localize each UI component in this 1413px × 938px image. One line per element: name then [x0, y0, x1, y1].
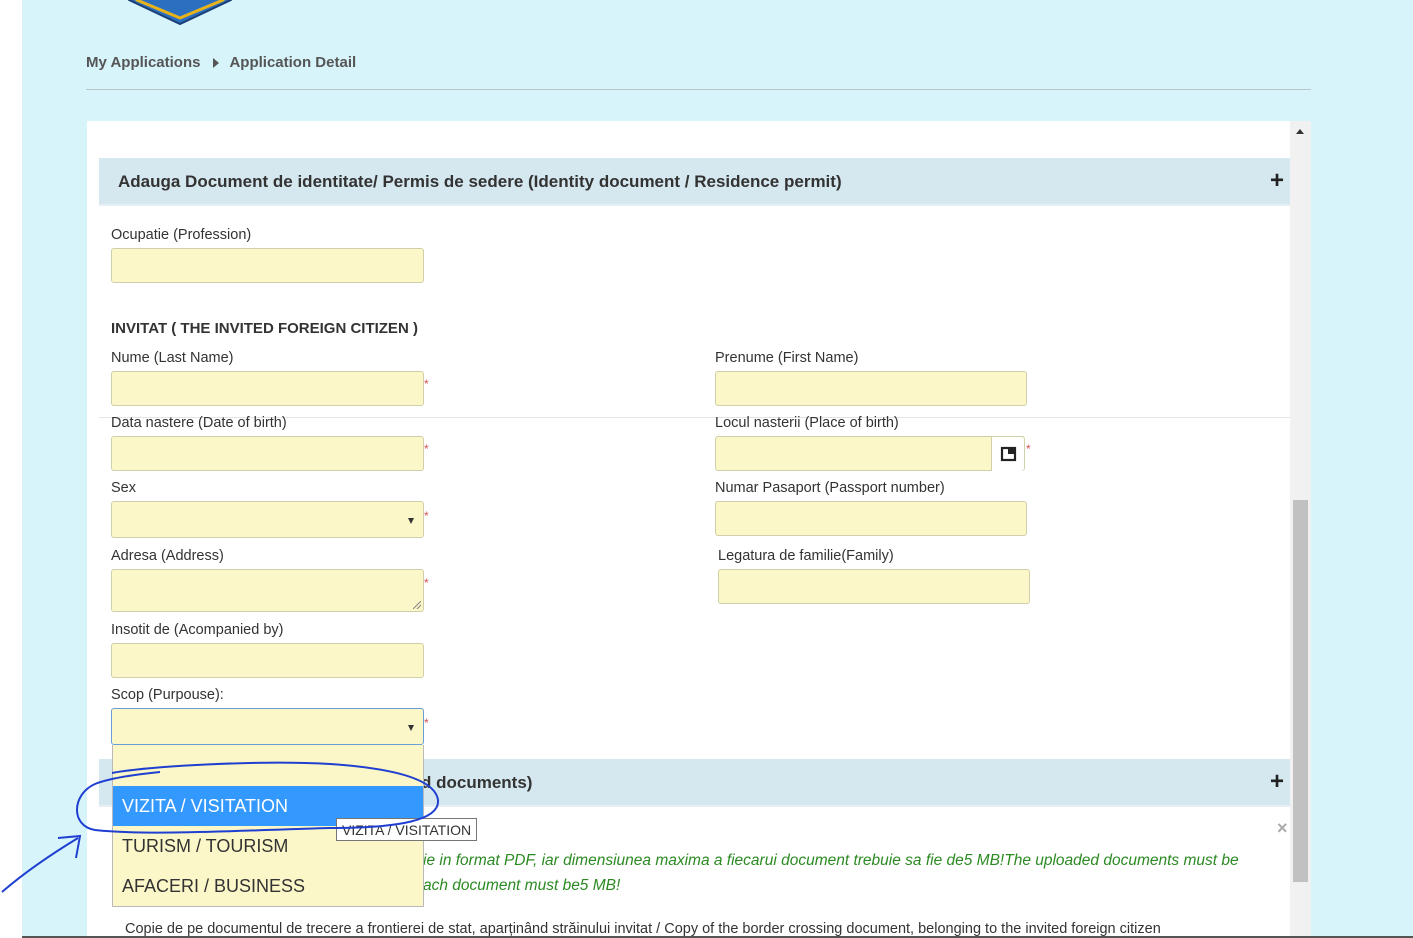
- required-marker: *: [424, 442, 429, 456]
- accompanied-label: Insotit de (Acompanied by): [111, 622, 284, 638]
- last-name-input[interactable]: [111, 371, 424, 406]
- address-label: Adresa (Address): [111, 548, 224, 564]
- required-marker: *: [424, 576, 429, 590]
- popup-window-icon: [1000, 446, 1017, 462]
- dob-label: Data nastere (Date of birth): [111, 415, 287, 431]
- pob-lookup-button[interactable]: [991, 437, 1024, 471]
- logo-emblem: [127, 0, 233, 26]
- scroll-up-arrow-icon[interactable]: [1296, 129, 1304, 134]
- first-name-input[interactable]: [715, 371, 1027, 406]
- breadcrumb-separator-icon: [213, 57, 220, 68]
- breadcrumb: My Applications Application Detail: [86, 54, 356, 71]
- chevron-down-icon: [408, 518, 414, 524]
- required-marker: *: [424, 509, 429, 523]
- pob-label: Locul nasterii (Place of birth): [715, 415, 899, 431]
- required-marker: *: [1026, 442, 1031, 456]
- border-document-label: Copie de pe documentul de trecere a fron…: [125, 921, 1161, 937]
- upload-info-line1: ie in format PDF, iar dimensiunea maxima…: [423, 852, 1239, 869]
- profession-input[interactable]: [111, 248, 424, 283]
- purpose-select[interactable]: [111, 708, 424, 745]
- scrollbar-thumb[interactable]: [1293, 500, 1308, 882]
- sex-label: Sex: [111, 480, 136, 496]
- chevron-down-icon: [408, 725, 414, 731]
- profession-label: Ocupatie (Profession): [111, 227, 252, 243]
- first-name-label: Prenume (First Name): [715, 350, 859, 366]
- address-textarea[interactable]: [111, 569, 424, 612]
- upload-info-line2: ach document must be5 MB!: [423, 877, 621, 894]
- purpose-label: Scop (Purpouse):: [111, 687, 224, 703]
- last-name-label: Nume (Last Name): [111, 350, 234, 366]
- pob-field[interactable]: [715, 436, 1025, 471]
- expand-plus-icon[interactable]: +: [1270, 768, 1284, 796]
- header-divider: [86, 89, 1311, 90]
- expand-plus-icon[interactable]: +: [1270, 167, 1284, 195]
- accompanied-input[interactable]: [111, 643, 424, 678]
- vertical-scrollbar[interactable]: [1290, 121, 1311, 938]
- sex-select[interactable]: [111, 501, 424, 538]
- invited-citizen-heading: INVITAT ( THE INVITED FOREIGN CITIZEN ): [111, 320, 418, 337]
- required-marker: *: [424, 716, 429, 730]
- option-tooltip: VIZITA / VISITATION: [336, 818, 478, 841]
- resize-handle-icon[interactable]: [413, 601, 421, 609]
- identity-document-section-title: Adauga Document de identitate/ Permis de…: [118, 172, 842, 191]
- documents-section-title: d documents): [421, 773, 533, 792]
- breadcrumb-my-applications[interactable]: My Applications: [86, 54, 200, 71]
- purpose-option-business[interactable]: AFACERI / BUSINESS: [113, 866, 423, 906]
- family-input[interactable]: [718, 569, 1030, 604]
- passport-label: Numar Pasaport (Passport number): [715, 480, 945, 496]
- dob-input[interactable]: [111, 436, 424, 471]
- purpose-option-empty[interactable]: [113, 745, 423, 785]
- identity-document-section-header[interactable]: Adauga Document de identitate/ Permis de…: [99, 158, 1290, 206]
- close-alert-icon[interactable]: ×: [1277, 818, 1288, 839]
- required-marker: *: [424, 377, 429, 391]
- breadcrumb-application-detail: Application Detail: [229, 54, 357, 71]
- family-label: Legatura de familie(Family): [718, 548, 894, 564]
- passport-input[interactable]: [715, 501, 1027, 536]
